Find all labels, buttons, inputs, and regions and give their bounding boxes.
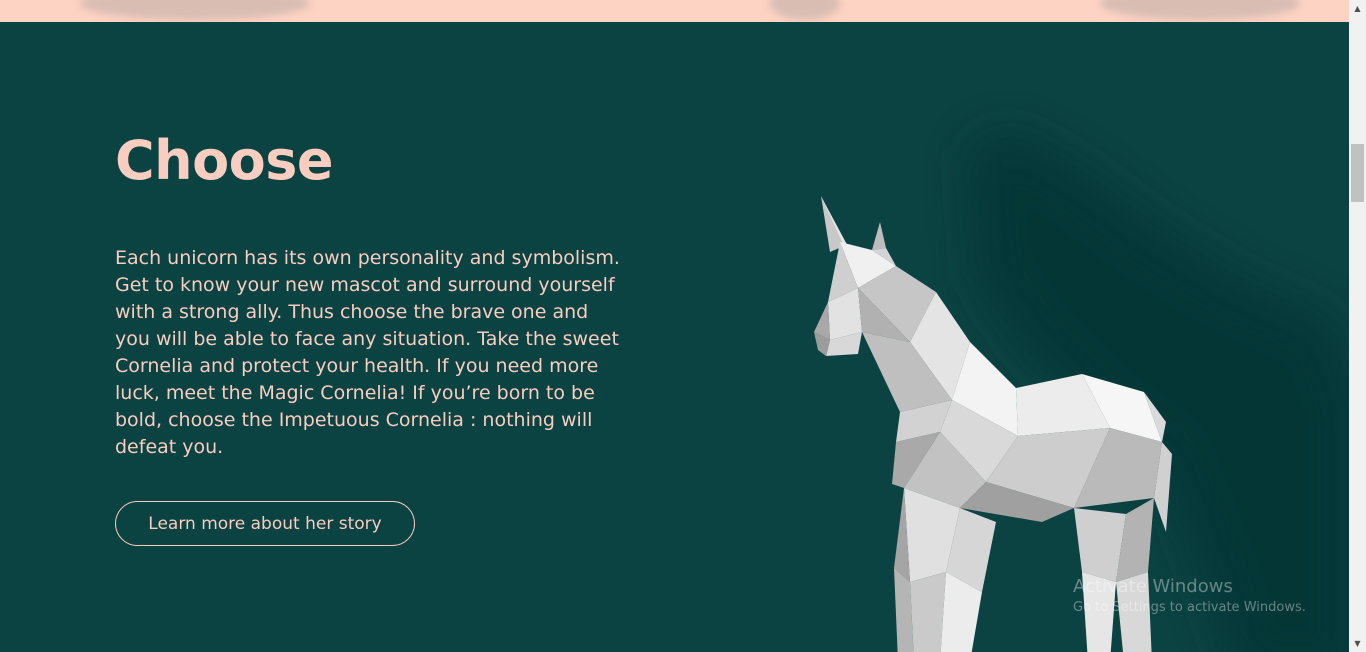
watermark-title: Activate Windows (1073, 576, 1233, 597)
section-description: Each unicorn has its own personality and… (115, 247, 620, 458)
scroll-down-arrow-icon[interactable]: ▼ (1349, 635, 1366, 652)
scrollbar-thumb[interactable] (1351, 144, 1364, 202)
windows-activation-watermark: Activate Windows Go to Settings to activ… (1073, 576, 1306, 618)
strip-image-fragment (1100, 0, 1300, 20)
scroll-up-arrow-icon[interactable]: ▲ (1349, 0, 1366, 17)
section-title: Choose (115, 129, 334, 192)
watermark-subtitle: Go to Settings to activate Windows. (1073, 600, 1306, 615)
vertical-scrollbar[interactable]: ▲ ▼ (1349, 0, 1366, 652)
strip-image-fragment (80, 0, 310, 20)
page-viewport: Choose Each unicorn has its own personal… (0, 0, 1366, 652)
previous-section-strip (0, 0, 1349, 22)
choose-section: Choose Each unicorn has its own personal… (0, 22, 1349, 652)
strip-image-fragment (770, 0, 840, 20)
learn-more-story-button[interactable]: Learn more about her story (115, 501, 415, 546)
